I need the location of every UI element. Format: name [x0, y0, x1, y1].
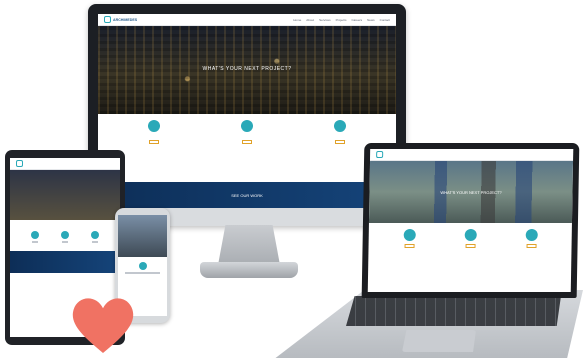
feature-icon [148, 120, 161, 132]
desktop-screen: ARCHIMEDES Home About Services Projects … [98, 14, 396, 208]
laptop-trackpad [402, 330, 476, 352]
feature-card [216, 120, 278, 144]
feature-card [118, 262, 167, 274]
laptop-screen: WHAT'S YOUR NEXT PROJECT? [367, 149, 574, 292]
nav-item-projects[interactable]: Projects [336, 18, 347, 22]
laptop-lid: WHAT'S YOUR NEXT PROJECT? [361, 143, 580, 298]
hero-title: WHAT'S YOUR NEXT PROJECT? [202, 65, 292, 72]
tablet-cta-band [10, 250, 120, 273]
site-navbar [370, 149, 574, 161]
feature-icon [31, 231, 39, 239]
feature-icon [240, 120, 253, 132]
feature-card [61, 231, 69, 243]
feature-icon [333, 120, 346, 132]
feature-button[interactable] [334, 140, 345, 144]
laptop-features-row [368, 223, 572, 252]
logo-mark-icon [16, 160, 23, 167]
laptop-hero-banner: WHAT'S YOUR NEXT PROJECT? [368, 161, 574, 223]
nav-item-services[interactable]: Services [319, 18, 331, 22]
heart-icon[interactable] [68, 290, 138, 360]
nav-item-careers[interactable]: Careers [351, 18, 362, 22]
desktop-monitor: ARCHIMEDES Home About Services Projects … [88, 4, 406, 226]
feature-button[interactable] [241, 140, 252, 144]
feature-icon [61, 231, 69, 239]
logo-mark-icon [104, 16, 111, 23]
tablet-features-row [10, 220, 120, 247]
site-navbar [10, 158, 120, 170]
feature-icon [464, 229, 477, 241]
nav-menu: Home About Services Projects Careers New… [293, 18, 390, 22]
text-line [32, 241, 38, 243]
cta-text[interactable]: SEE OUR WORK [231, 193, 263, 198]
feature-card [123, 120, 185, 144]
cta-band: SEE OUR WORK [98, 182, 396, 208]
text-line [92, 241, 98, 243]
monitor-stand-neck [218, 225, 280, 265]
feature-icon [138, 262, 147, 270]
hero-banner: WHAT'S YOUR NEXT PROJECT? [98, 26, 396, 114]
feature-icon [403, 229, 416, 241]
tablet-hero-banner [10, 170, 120, 220]
device-mockup-scene: ARCHIMEDES Home About Services Projects … [0, 0, 583, 363]
feature-icon [525, 229, 538, 241]
feature-button[interactable] [404, 244, 415, 248]
feature-card [440, 229, 501, 248]
nav-item-contact[interactable]: Contact [380, 18, 390, 22]
feature-card [501, 229, 562, 248]
nav-item-news[interactable]: News [367, 18, 375, 22]
site-logo[interactable] [16, 160, 23, 167]
nav-item-about[interactable]: About [306, 18, 314, 22]
feature-card [309, 120, 371, 144]
nav-item-home[interactable]: Home [293, 18, 301, 22]
site-logo[interactable] [376, 151, 384, 158]
feature-icon [91, 231, 99, 239]
feature-button[interactable] [149, 140, 160, 144]
feature-button[interactable] [526, 244, 537, 248]
laptop-hero-title: WHAT'S YOUR NEXT PROJECT? [440, 189, 502, 195]
laptop-keyboard [346, 296, 561, 326]
site-navbar: ARCHIMEDES Home About Services Projects … [98, 14, 396, 26]
text-line [125, 272, 160, 274]
feature-card [31, 231, 39, 243]
monitor-stand-foot [200, 262, 298, 278]
feature-card [379, 229, 440, 248]
site-logo[interactable]: ARCHIMEDES [104, 16, 137, 23]
logo-text: ARCHIMEDES [113, 17, 138, 22]
feature-button[interactable] [465, 244, 476, 248]
logo-mark-icon [376, 151, 384, 158]
phone-hero-banner [118, 215, 167, 257]
text-line [62, 241, 68, 243]
feature-card [91, 231, 99, 243]
features-row [98, 114, 396, 148]
